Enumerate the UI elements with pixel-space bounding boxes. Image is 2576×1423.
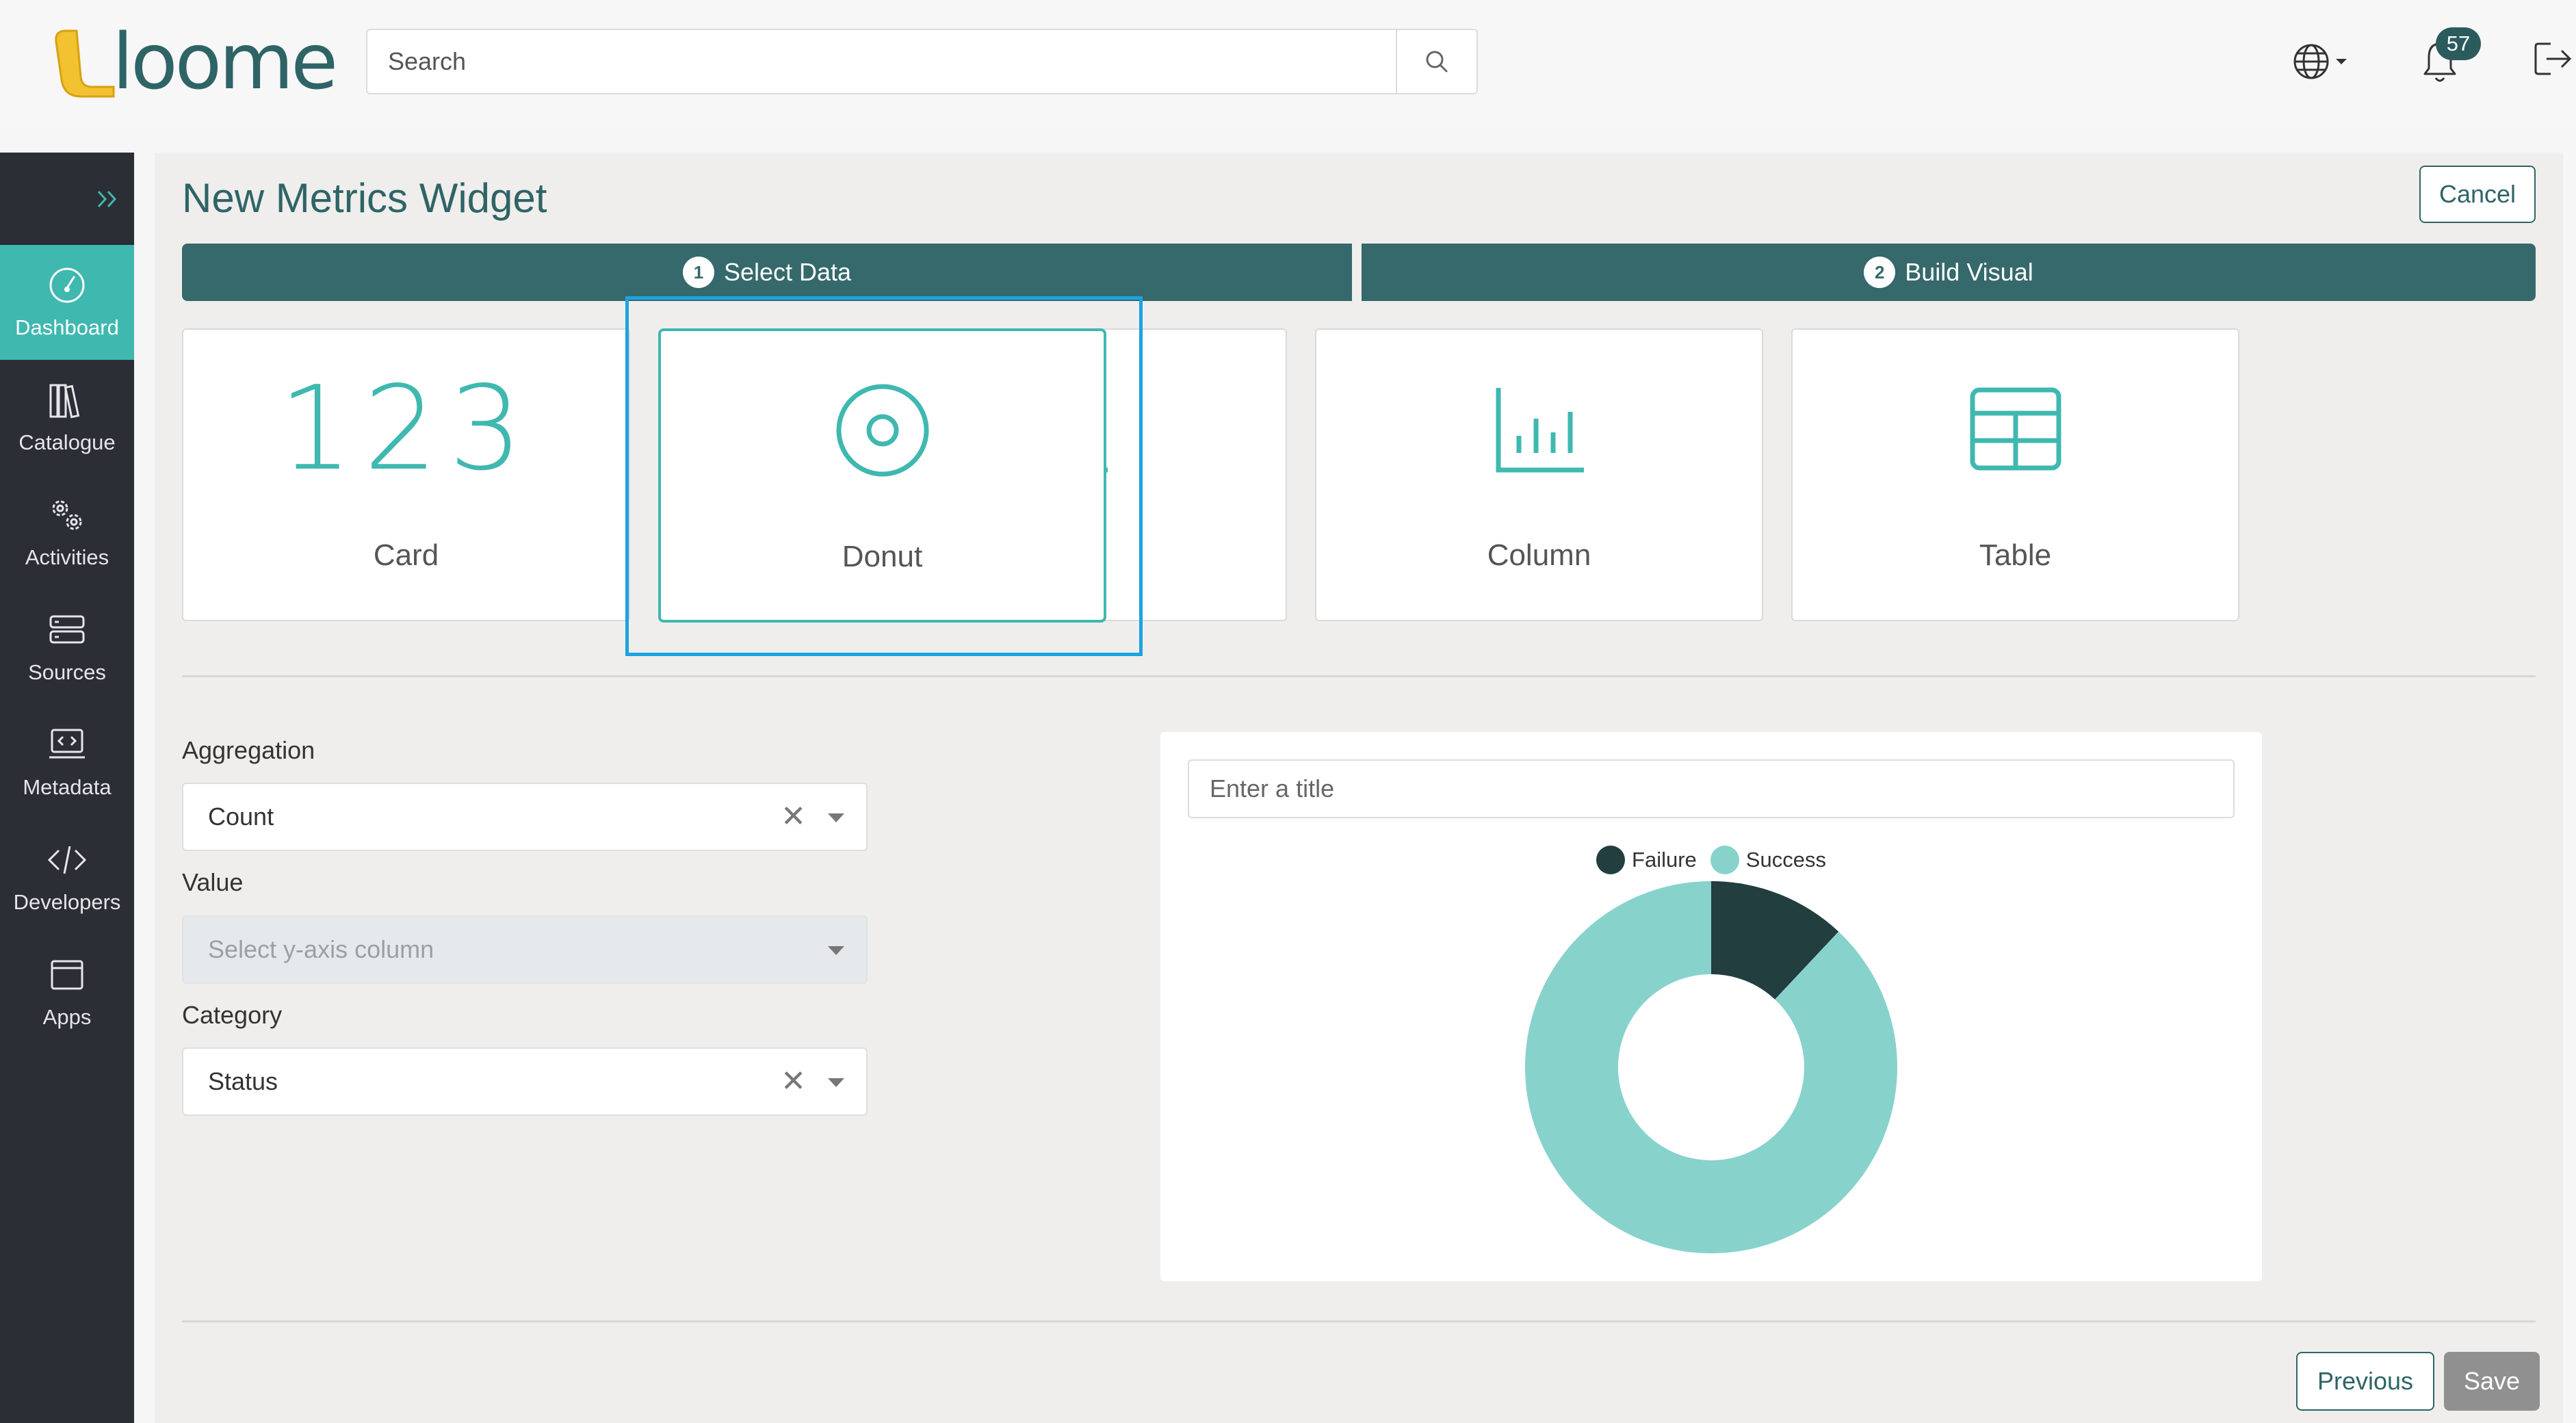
page-title: New Metrics Widget <box>182 175 547 221</box>
sidebar-item-label: Dashboard <box>15 315 119 339</box>
server-icon <box>49 615 85 644</box>
dashboard-icon <box>49 267 85 303</box>
sidebar-item-apps[interactable]: Apps <box>0 935 134 1049</box>
top-bar: loome 57 <box>0 0 2576 127</box>
sidebar-item-developers[interactable]: Developers <box>0 820 134 935</box>
wizard-steps: 1 Select Data 2 Build Visual <box>182 244 2536 301</box>
previous-button[interactable]: Previous <box>2296 1352 2434 1411</box>
section-divider <box>182 675 2536 677</box>
gears-icon <box>52 500 82 530</box>
notification-count-badge: 57 <box>2436 27 2481 60</box>
sidebar-item-metadata[interactable]: Metadata <box>0 705 134 820</box>
value-label: Value <box>182 868 244 896</box>
code-icon <box>47 846 87 874</box>
main-panel: New Metrics Widget Cancel 1 Select Data … <box>155 153 2563 1423</box>
visual-type-donut[interactable]: Donut <box>658 328 1106 623</box>
caret-down-icon <box>828 946 844 955</box>
sidebar-item-label: Sources <box>28 660 106 684</box>
globe-icon <box>2293 44 2329 79</box>
sidebar-item-label: Activities <box>25 545 109 569</box>
search-icon <box>1426 51 1448 73</box>
visual-type-label: Card <box>373 538 439 572</box>
donut-slice-success[interactable] <box>1525 881 1897 1253</box>
visual-type-label: Column <box>1487 538 1591 572</box>
logout-icon <box>2534 42 2572 75</box>
caret-down-icon[interactable] <box>828 1078 844 1087</box>
sidebar-item-dashboard[interactable]: Dashboard <box>0 245 134 360</box>
donut-chart <box>1525 881 1897 1253</box>
cancel-button[interactable]: Cancel <box>2419 166 2536 223</box>
caret-down-icon[interactable] <box>828 813 844 822</box>
clear-icon[interactable]: ✕ <box>781 1049 806 1114</box>
category-label: Category <box>182 1001 283 1029</box>
table-icon <box>1970 387 2061 471</box>
search-input[interactable] <box>367 30 1396 93</box>
logo-mark-icon <box>55 29 115 98</box>
visual-type-label: Table <box>1979 538 2052 572</box>
sidebar-item-label: Apps <box>42 1005 92 1029</box>
select-value: Status <box>208 1067 278 1095</box>
select-value: Count <box>208 802 274 831</box>
code-monitor-icon <box>49 729 85 759</box>
search-button[interactable] <box>1396 30 1476 93</box>
sidebar-item-label: Developers <box>13 890 121 914</box>
language-selector[interactable] <box>2292 40 2354 83</box>
step-select-data[interactable]: 1 Select Data <box>182 244 1352 301</box>
window-icon <box>51 960 83 990</box>
books-icon <box>49 384 80 419</box>
step-label: Select Data <box>723 258 852 286</box>
value-select: Select y-axis column <box>182 915 868 984</box>
visual-type-card[interactable]: 123 Card <box>182 328 630 621</box>
sidebar-item-sources[interactable]: Sources <box>0 590 134 705</box>
sidebar-expand-toggle[interactable] <box>0 153 134 245</box>
sidebar: Dashboard Catalogue Activities Sources M… <box>0 153 134 1423</box>
logout-button[interactable] <box>2532 38 2573 83</box>
chevron-down-icon <box>2336 59 2347 64</box>
sidebar-item-label: Metadata <box>23 775 112 799</box>
aggregation-label: Aggregation <box>182 736 315 764</box>
logo-text: loome <box>112 18 338 107</box>
aggregation-select[interactable]: Count ✕ <box>182 783 868 851</box>
column-chart-icon <box>1496 388 1584 473</box>
footer-divider <box>182 1320 2536 1322</box>
visual-type-column[interactable]: Column <box>1315 328 1763 621</box>
step-number: 2 <box>1864 257 1896 288</box>
card-number-icon: 123 <box>278 361 534 497</box>
select-placeholder: Select y-axis column <box>208 935 434 963</box>
sidebar-item-activities[interactable]: Activities <box>0 475 134 590</box>
save-button[interactable]: Save <box>2444 1352 2540 1411</box>
category-select[interactable]: Status ✕ <box>182 1047 868 1116</box>
chart-preview-panel: Failure Success <box>1160 732 2262 1281</box>
step-build-visual[interactable]: 2 Build Visual <box>1362 244 2536 301</box>
sidebar-item-catalogue[interactable]: Catalogue <box>0 360 134 475</box>
step-number: 1 <box>682 257 714 288</box>
clear-icon[interactable]: ✕ <box>781 784 806 850</box>
search-box <box>366 29 1478 94</box>
sidebar-item-label: Catalogue <box>18 430 116 454</box>
visual-type-label: Donut <box>842 540 923 573</box>
visual-type-table[interactable]: Table <box>1791 328 2239 621</box>
double-chevron-right-icon <box>97 190 117 207</box>
loome-logo[interactable]: loome <box>53 22 341 103</box>
step-label: Build Visual <box>1905 258 2033 286</box>
donut-chart-icon <box>836 384 928 477</box>
